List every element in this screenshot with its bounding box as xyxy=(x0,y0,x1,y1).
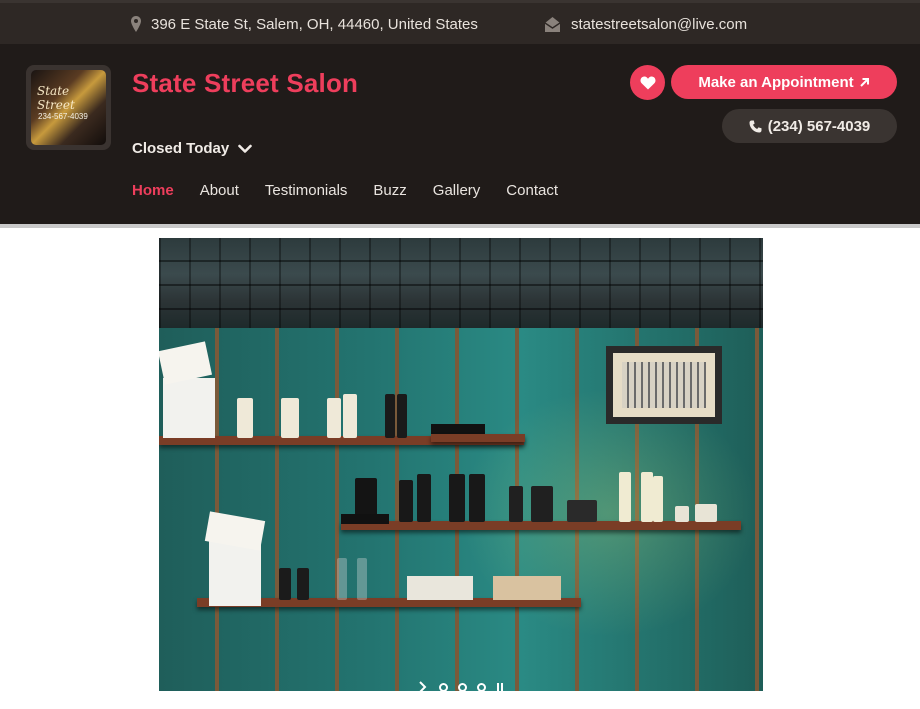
carousel-controls xyxy=(159,678,763,696)
logo-phone-text: 234-567-4039 xyxy=(38,112,88,121)
product-bottle xyxy=(641,472,653,522)
logo-image: State Street 234-567-4039 xyxy=(31,70,106,145)
email-link[interactable]: statestreetsalon@live.com xyxy=(544,14,747,34)
heart-icon xyxy=(640,76,655,89)
appointment-label: Make an Appointment xyxy=(698,73,854,91)
salon-logo[interactable]: State Street 234-567-4039 xyxy=(26,65,111,150)
logo-text: State Street xyxy=(37,84,75,112)
product-bottle xyxy=(397,394,407,438)
framed-picture xyxy=(606,346,722,424)
hours-status: Closed Today xyxy=(132,140,230,157)
site-title[interactable]: State Street Salon xyxy=(132,68,358,99)
nav-item-testimonials[interactable]: Testimonials xyxy=(265,182,348,199)
carousel-dot[interactable] xyxy=(438,682,448,692)
product-bottle xyxy=(297,568,309,600)
next-arrow-icon[interactable] xyxy=(418,681,428,693)
product-bottle xyxy=(469,474,485,522)
product-bottle xyxy=(327,398,341,438)
chevron-down-icon xyxy=(238,144,253,153)
carousel-dot[interactable] xyxy=(476,682,486,692)
nav-item-contact[interactable]: Contact xyxy=(506,182,558,199)
address-text: 396 E State St, Salem, OH, 44460, United… xyxy=(151,15,478,33)
pause-icon[interactable] xyxy=(496,682,505,692)
brand-sign xyxy=(341,514,389,524)
roof-line xyxy=(159,284,763,286)
favorite-button[interactable] xyxy=(630,65,665,100)
shopping-bag xyxy=(163,378,215,438)
nav-item-home[interactable]: Home xyxy=(132,182,174,199)
product-bottle xyxy=(343,394,357,438)
product-bottle xyxy=(279,568,291,600)
product-card xyxy=(493,576,561,600)
nav-item-buzz[interactable]: Buzz xyxy=(373,182,406,199)
shelf xyxy=(431,434,525,442)
nav-item-about[interactable]: About xyxy=(200,182,239,199)
product-jar xyxy=(675,506,689,522)
product-bottle xyxy=(449,474,465,522)
product-bottle xyxy=(281,398,299,438)
address-link[interactable]: 396 E State St, Salem, OH, 44460, United… xyxy=(131,14,478,34)
product-bottle xyxy=(385,394,395,438)
product-bottle xyxy=(653,476,663,522)
product-bottle xyxy=(399,480,413,522)
site-header: State Street 234-567-4039 State Street S… xyxy=(0,44,920,224)
product-bottle xyxy=(357,558,367,600)
carousel-dot[interactable] xyxy=(457,682,467,692)
make-appointment-button[interactable]: Make an Appointment xyxy=(671,65,897,99)
product-bottle xyxy=(417,474,431,522)
roof-line xyxy=(159,308,763,310)
email-text: statestreetsalon@live.com xyxy=(571,15,748,33)
map-pin-icon xyxy=(131,16,141,32)
header-divider xyxy=(0,224,920,228)
external-arrow-icon xyxy=(859,77,869,87)
product-bottle xyxy=(531,486,553,522)
roof-shingles xyxy=(159,238,763,328)
product-jar xyxy=(567,500,597,522)
product-bottle xyxy=(619,472,631,522)
product-bottle xyxy=(337,558,347,600)
phone-icon xyxy=(749,120,762,132)
product-bottle xyxy=(237,398,253,438)
phone-button[interactable]: (234) 567-4039 xyxy=(722,109,897,143)
main-nav: Home About Testimonials Buzz Gallery Con… xyxy=(132,182,584,199)
hero-slideshow-image[interactable] xyxy=(159,238,763,691)
product-jar xyxy=(695,504,717,522)
product-card xyxy=(407,576,473,600)
envelope-open-icon xyxy=(544,16,561,32)
product-bottle xyxy=(509,486,523,522)
phone-label: (234) 567-4039 xyxy=(767,117,871,135)
hours-dropdown[interactable]: Closed Today xyxy=(132,140,253,157)
top-info-bar: 396 E State St, Salem, OH, 44460, United… xyxy=(0,0,920,44)
nav-item-gallery[interactable]: Gallery xyxy=(433,182,481,199)
shelf xyxy=(341,521,741,530)
roof-line xyxy=(159,260,763,262)
